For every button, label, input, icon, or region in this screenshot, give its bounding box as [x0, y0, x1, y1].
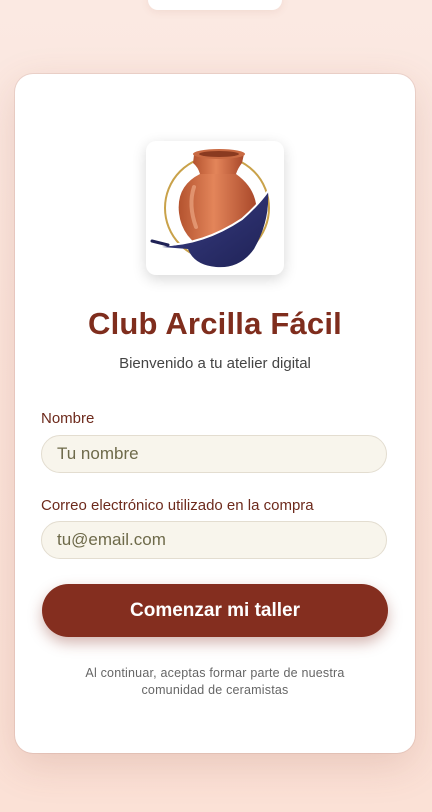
top-pill: [148, 0, 282, 10]
page-subtitle: Bienvenido a tu atelier digital: [119, 355, 311, 372]
legal-notice-line-1: Al continuar, aceptas formar parte de nu…: [85, 666, 345, 680]
start-workshop-button[interactable]: Comenzar mi taller: [42, 584, 388, 637]
login-card: Club Arcilla Fácil Bienvenido a tu ateli…: [15, 74, 415, 753]
email-input[interactable]: [41, 521, 387, 559]
legal-notice-line-2: comunidad de ceramistas: [141, 683, 289, 697]
email-label: Correo electrónico utilizado en la compr…: [41, 497, 314, 514]
name-label: Nombre: [41, 410, 95, 427]
name-input[interactable]: [41, 435, 387, 473]
legal-notice: Al continuar, aceptas formar parte de nu…: [55, 665, 375, 699]
clay-vase-logo-icon: [146, 141, 284, 275]
page-title: Club Arcilla Fácil: [88, 306, 342, 341]
